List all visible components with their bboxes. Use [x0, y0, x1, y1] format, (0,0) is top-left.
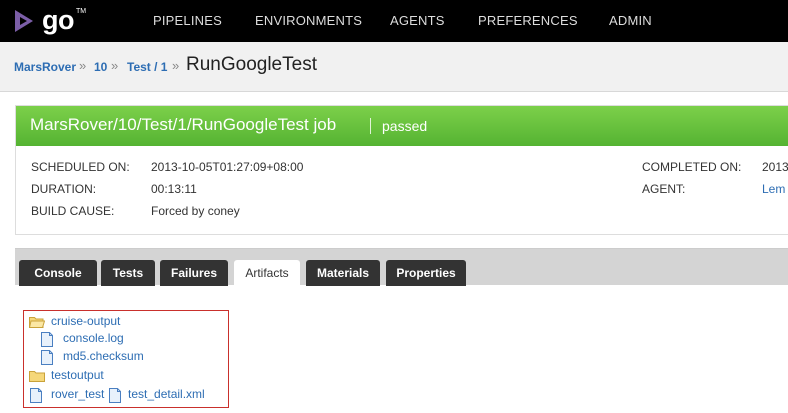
job-status-badge: passed — [382, 118, 428, 134]
artifact-label: console.log — [63, 331, 124, 345]
go-logo-icon — [15, 10, 33, 32]
file-icon — [109, 388, 121, 403]
artifact-label: testoutput — [51, 368, 104, 382]
completed-on-value: 2013 — [762, 160, 788, 174]
scheduled-on-label: SCHEDULED ON: — [31, 160, 130, 174]
file-icon — [41, 332, 53, 347]
artifact-file-rover-test[interactable]: rover_test test_detail.xml — [29, 387, 225, 403]
nav-pipelines[interactable]: PIPELINES — [153, 13, 222, 28]
nav-preferences[interactable]: PREFERENCES — [478, 13, 578, 28]
file-icon — [30, 388, 42, 403]
agent-link[interactable]: Lem — [762, 182, 785, 196]
page-title: RunGoogleTest — [186, 54, 317, 75]
job-title: MarsRover/10/Test/1/RunGoogleTest job — [30, 115, 337, 134]
tab-materials[interactable]: Materials — [306, 260, 380, 286]
tab-properties[interactable]: Properties — [386, 260, 466, 286]
artifact-file-md5-checksum[interactable]: md5.checksum — [41, 349, 161, 365]
logo-trademark: TM — [76, 8, 87, 15]
artifact-file-test-detail-xml[interactable]: test_detail.xml — [128, 387, 205, 401]
tab-artifacts[interactable]: Artifacts — [234, 260, 300, 286]
artifacts-tree: cruise-output console.log md5.checksum t… — [23, 310, 229, 408]
artifact-file-console-log[interactable]: console.log — [41, 331, 151, 347]
duration-label: DURATION: — [31, 182, 97, 196]
breadcrumb-separator: » — [79, 58, 87, 73]
folder-icon — [29, 371, 45, 382]
tab-failures[interactable]: Failures — [160, 260, 228, 286]
file-icon — [41, 350, 53, 365]
logo-text: go — [42, 5, 75, 35]
breadcrumb-separator: » — [172, 58, 180, 73]
build-cause-value: Forced by coney — [151, 204, 240, 218]
breadcrumb-counter[interactable]: 10 — [94, 60, 107, 74]
agent-label: AGENT: — [642, 182, 686, 196]
artifact-folder-testoutput[interactable]: testoutput — [29, 368, 139, 384]
breadcrumb-stage[interactable]: Test / 1 — [127, 60, 167, 74]
nav-admin[interactable]: ADMIN — [609, 13, 652, 28]
job-status-header: MarsRover/10/Test/1/RunGoogleTest job pa… — [16, 106, 788, 146]
nav-agents[interactable]: AGENTS — [390, 13, 445, 28]
job-tabs: Console Tests Failures Artifacts Materia… — [15, 248, 788, 286]
artifact-label: md5.checksum — [63, 349, 144, 363]
tab-console[interactable]: Console — [19, 260, 97, 286]
breadcrumb-pipeline[interactable]: MarsRover — [14, 60, 76, 74]
artifact-label: cruise-output — [51, 314, 121, 328]
tab-tests[interactable]: Tests — [101, 260, 155, 286]
build-cause-label: BUILD CAUSE: — [31, 204, 115, 218]
artifact-label: rover_test — [51, 387, 105, 401]
header-divider — [370, 118, 371, 134]
scheduled-on-value: 2013-10-05T01:27:09+08:00 — [151, 160, 304, 174]
nav-environments[interactable]: ENVIRONMENTS — [255, 13, 362, 28]
breadcrumb: MarsRover » 10 » Test / 1 » RunGoogleTes… — [0, 42, 788, 92]
folder-open-icon — [29, 317, 45, 328]
top-nav-bar: go TM PIPELINES ENVIRONMENTS AGENTS PREF… — [0, 0, 788, 42]
breadcrumb-separator: » — [111, 58, 119, 73]
duration-value: 00:13:11 — [151, 182, 197, 196]
go-logo[interactable]: go TM — [12, 5, 86, 36]
job-details-panel: MarsRover/10/Test/1/RunGoogleTest job pa… — [15, 105, 788, 235]
artifact-folder-cruise-output[interactable]: cruise-output — [29, 314, 159, 330]
completed-on-label: COMPLETED ON: — [642, 160, 742, 174]
